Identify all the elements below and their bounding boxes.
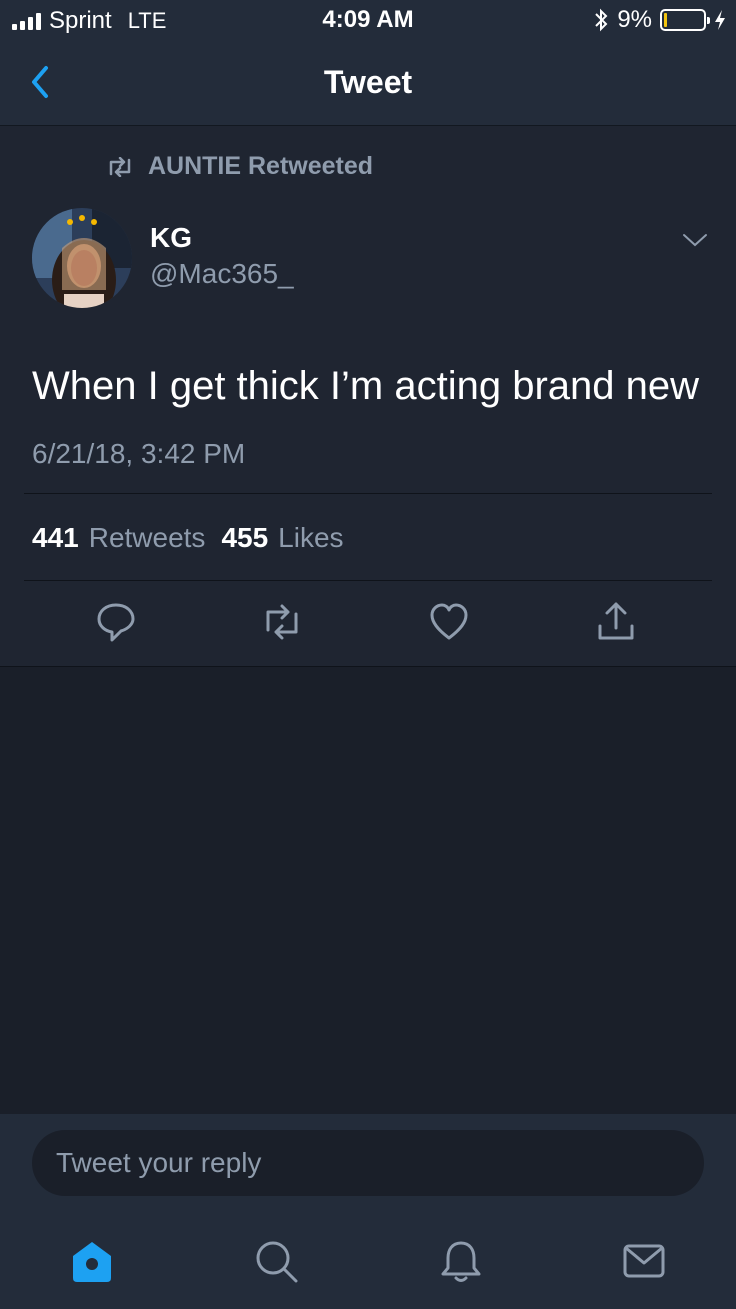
author-name[interactable]: KG [150,222,192,254]
empty-area [0,668,736,1114]
messages-icon[interactable] [621,1238,667,1284]
retweets-count[interactable]: 441 [32,522,79,554]
battery-icon [660,9,710,31]
battery-percent: 9% [617,6,652,33]
like-icon[interactable] [427,600,471,644]
retweet-context[interactable]: AUNTIE Retweeted [106,152,373,181]
likes-count[interactable]: 455 [221,522,268,554]
divider [24,580,712,581]
tweet-timestamp: 6/21/18, 3:42 PM [32,438,246,469]
divider [24,493,712,494]
author-handle[interactable]: @Mac365_ [150,258,294,290]
bottom-bar [0,1114,736,1309]
avatar[interactable] [32,208,132,308]
tweet-stats: 441 Retweets 455 Likes [32,522,360,554]
likes-label[interactable]: Likes [278,522,343,554]
page-title: Tweet [323,64,413,100]
search-icon[interactable] [253,1238,299,1284]
retweeted-by-label: AUNTIE Retweeted [148,152,374,180]
tweet-text: When I get thick I’m acting brand new [32,364,699,408]
status-bar: Sprint LTE 4:09 AM 9% [0,0,736,40]
share-icon[interactable] [594,600,638,644]
tweet-card: AUNTIE Retweeted KG @Mac365_ When I get … [0,126,736,667]
top-bar: Sprint LTE 4:09 AM 9% Tweet [0,0,736,126]
retweets-label[interactable]: Retweets [89,522,206,554]
tweet-detail-screen: Sprint LTE 4:09 AM 9% Tweet AUNTIE Retwe… [0,0,736,1309]
bluetooth-icon [595,8,608,32]
tweet-actions [0,596,736,656]
reply-icon[interactable] [94,600,138,644]
retweet-icon[interactable] [260,600,304,644]
chevron-down-icon[interactable] [682,232,708,248]
notifications-icon[interactable] [438,1238,484,1284]
retweet-small-icon [109,156,131,177]
reply-input[interactable] [32,1130,704,1196]
charging-bolt-icon [715,10,725,30]
home-icon[interactable] [69,1238,115,1284]
battery-level [664,13,667,27]
